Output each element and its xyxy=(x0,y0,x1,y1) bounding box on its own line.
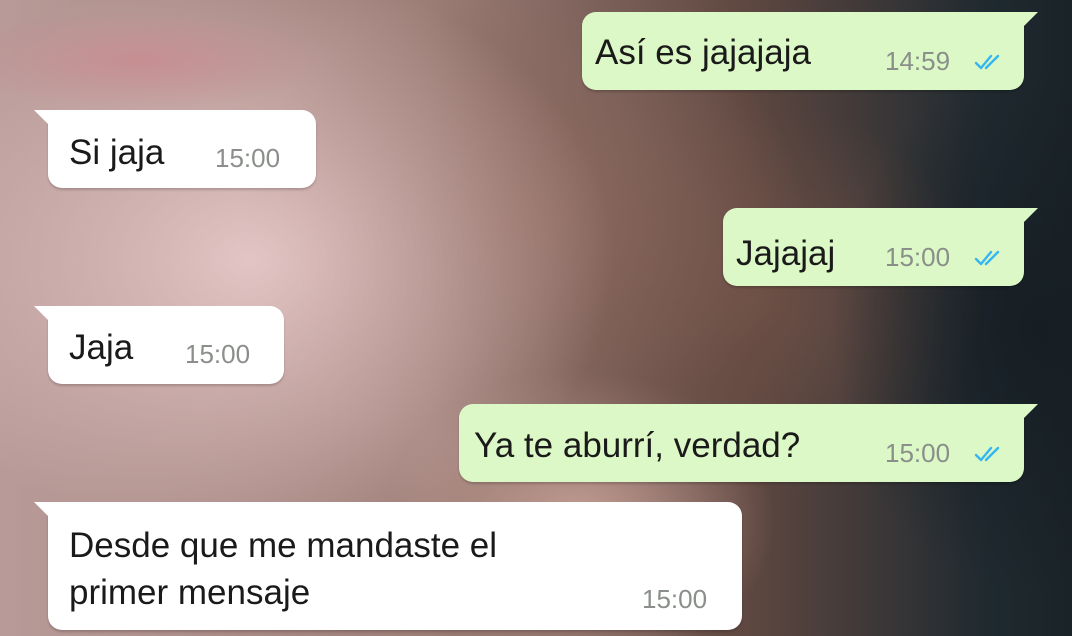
message-text: Jaja xyxy=(69,328,134,367)
bubble-tail xyxy=(34,502,52,520)
message-text-line-1: Desde que me mandaste el xyxy=(69,526,498,565)
message-text: Así es jajajaja xyxy=(595,33,811,72)
message-bubble-outgoing[interactable]: Así es jajajaja 14:59 xyxy=(582,12,1038,90)
double-check-read-icon xyxy=(974,446,1000,462)
message-text-line-2: primer mensaje xyxy=(69,573,311,612)
message-time: 14:59 xyxy=(885,46,951,76)
double-check-read-icon xyxy=(974,250,1000,266)
message-time: 15:00 xyxy=(185,339,251,369)
message-text: Si jaja xyxy=(69,133,165,172)
message-time: 15:00 xyxy=(885,438,951,468)
bubble-tail xyxy=(34,110,52,128)
message-text: Jajajaj xyxy=(736,234,836,273)
message-bubble-incoming[interactable]: Si jaja 15:00 xyxy=(34,110,316,188)
message-bubble-outgoing[interactable]: Ya te aburrí, verdad? 15:00 xyxy=(459,404,1038,482)
message-time: 15:00 xyxy=(642,584,708,614)
message-bubble-outgoing[interactable]: Jajajaj 15:00 xyxy=(723,208,1038,286)
bubble-tail xyxy=(34,306,52,324)
message-time: 15:00 xyxy=(215,143,281,173)
bubble-tail xyxy=(1020,404,1038,422)
message-bubble-incoming[interactable]: Desde que me mandaste el primer mensaje … xyxy=(34,502,742,630)
message-time: 15:00 xyxy=(885,242,951,272)
bubble-tail xyxy=(1020,12,1038,30)
double-check-read-icon xyxy=(974,54,1000,70)
bubble-tail xyxy=(1020,208,1038,226)
message-text: Ya te aburrí, verdad? xyxy=(474,426,801,465)
message-bubble-incoming[interactable]: Jaja 15:00 xyxy=(34,306,284,384)
